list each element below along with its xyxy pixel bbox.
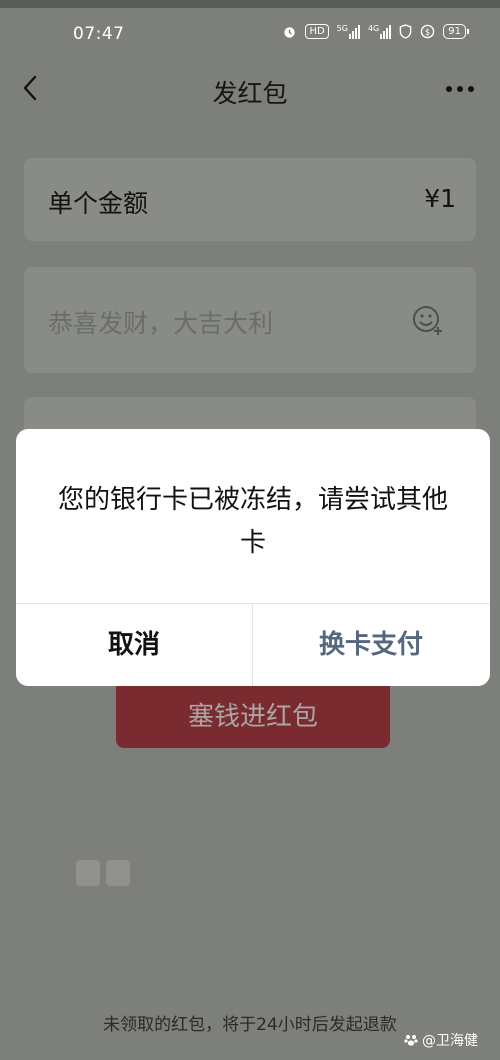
- data-saver-icon: $: [420, 24, 435, 39]
- more-options-icon[interactable]: [446, 86, 474, 92]
- status-bar: 07:47 HD 5G 4G $ 91: [0, 18, 500, 50]
- amount-value: ¥1: [424, 184, 456, 213]
- faded-decoration-icon: [76, 860, 130, 886]
- greeting-input[interactable]: 恭喜发财，大吉大利: [24, 267, 476, 373]
- amount-label: 单个金额: [48, 189, 149, 218]
- shield-icon: [399, 24, 412, 39]
- amount-row[interactable]: 单个金额 ¥1: [24, 158, 476, 241]
- watermark-text: @卫海健: [422, 1033, 478, 1049]
- status-icons: HD 5G 4G $ 91: [282, 23, 469, 39]
- signal-4g-label: 4G: [367, 23, 380, 33]
- greeting-placeholder: 恭喜发财，大吉大利: [48, 309, 274, 338]
- cancel-button[interactable]: 取消: [16, 604, 252, 686]
- signal-5g-label: 5G: [336, 23, 348, 33]
- signal-5g-icon: 5G: [336, 23, 360, 39]
- nav-bar: 发红包: [0, 60, 500, 120]
- page-title: 发红包: [212, 79, 288, 108]
- card-frozen-dialog: 您的银行卡已被冻结，请尝试其他卡 取消 换卡支付: [16, 429, 490, 686]
- battery-indicator: 91: [443, 24, 469, 39]
- paw-icon: [404, 1035, 418, 1046]
- status-time: 07:47: [73, 24, 125, 44]
- signal-4g-icon: 4G: [367, 23, 392, 39]
- send-red-packet-button[interactable]: 塞钱进红包: [116, 680, 390, 748]
- watermark: @卫海健: [404, 1030, 478, 1050]
- hd-badge: HD: [305, 24, 329, 39]
- svg-text:$: $: [425, 27, 430, 37]
- dialog-message: 您的银行卡已被冻结，请尝试其他卡: [57, 485, 448, 558]
- alarm-icon: [284, 27, 296, 38]
- emoji-add-icon[interactable]: [410, 302, 446, 338]
- switch-card-button[interactable]: 换卡支付: [253, 604, 489, 686]
- top-edge: [0, 0, 500, 8]
- send-button-label: 塞钱进红包: [187, 702, 318, 732]
